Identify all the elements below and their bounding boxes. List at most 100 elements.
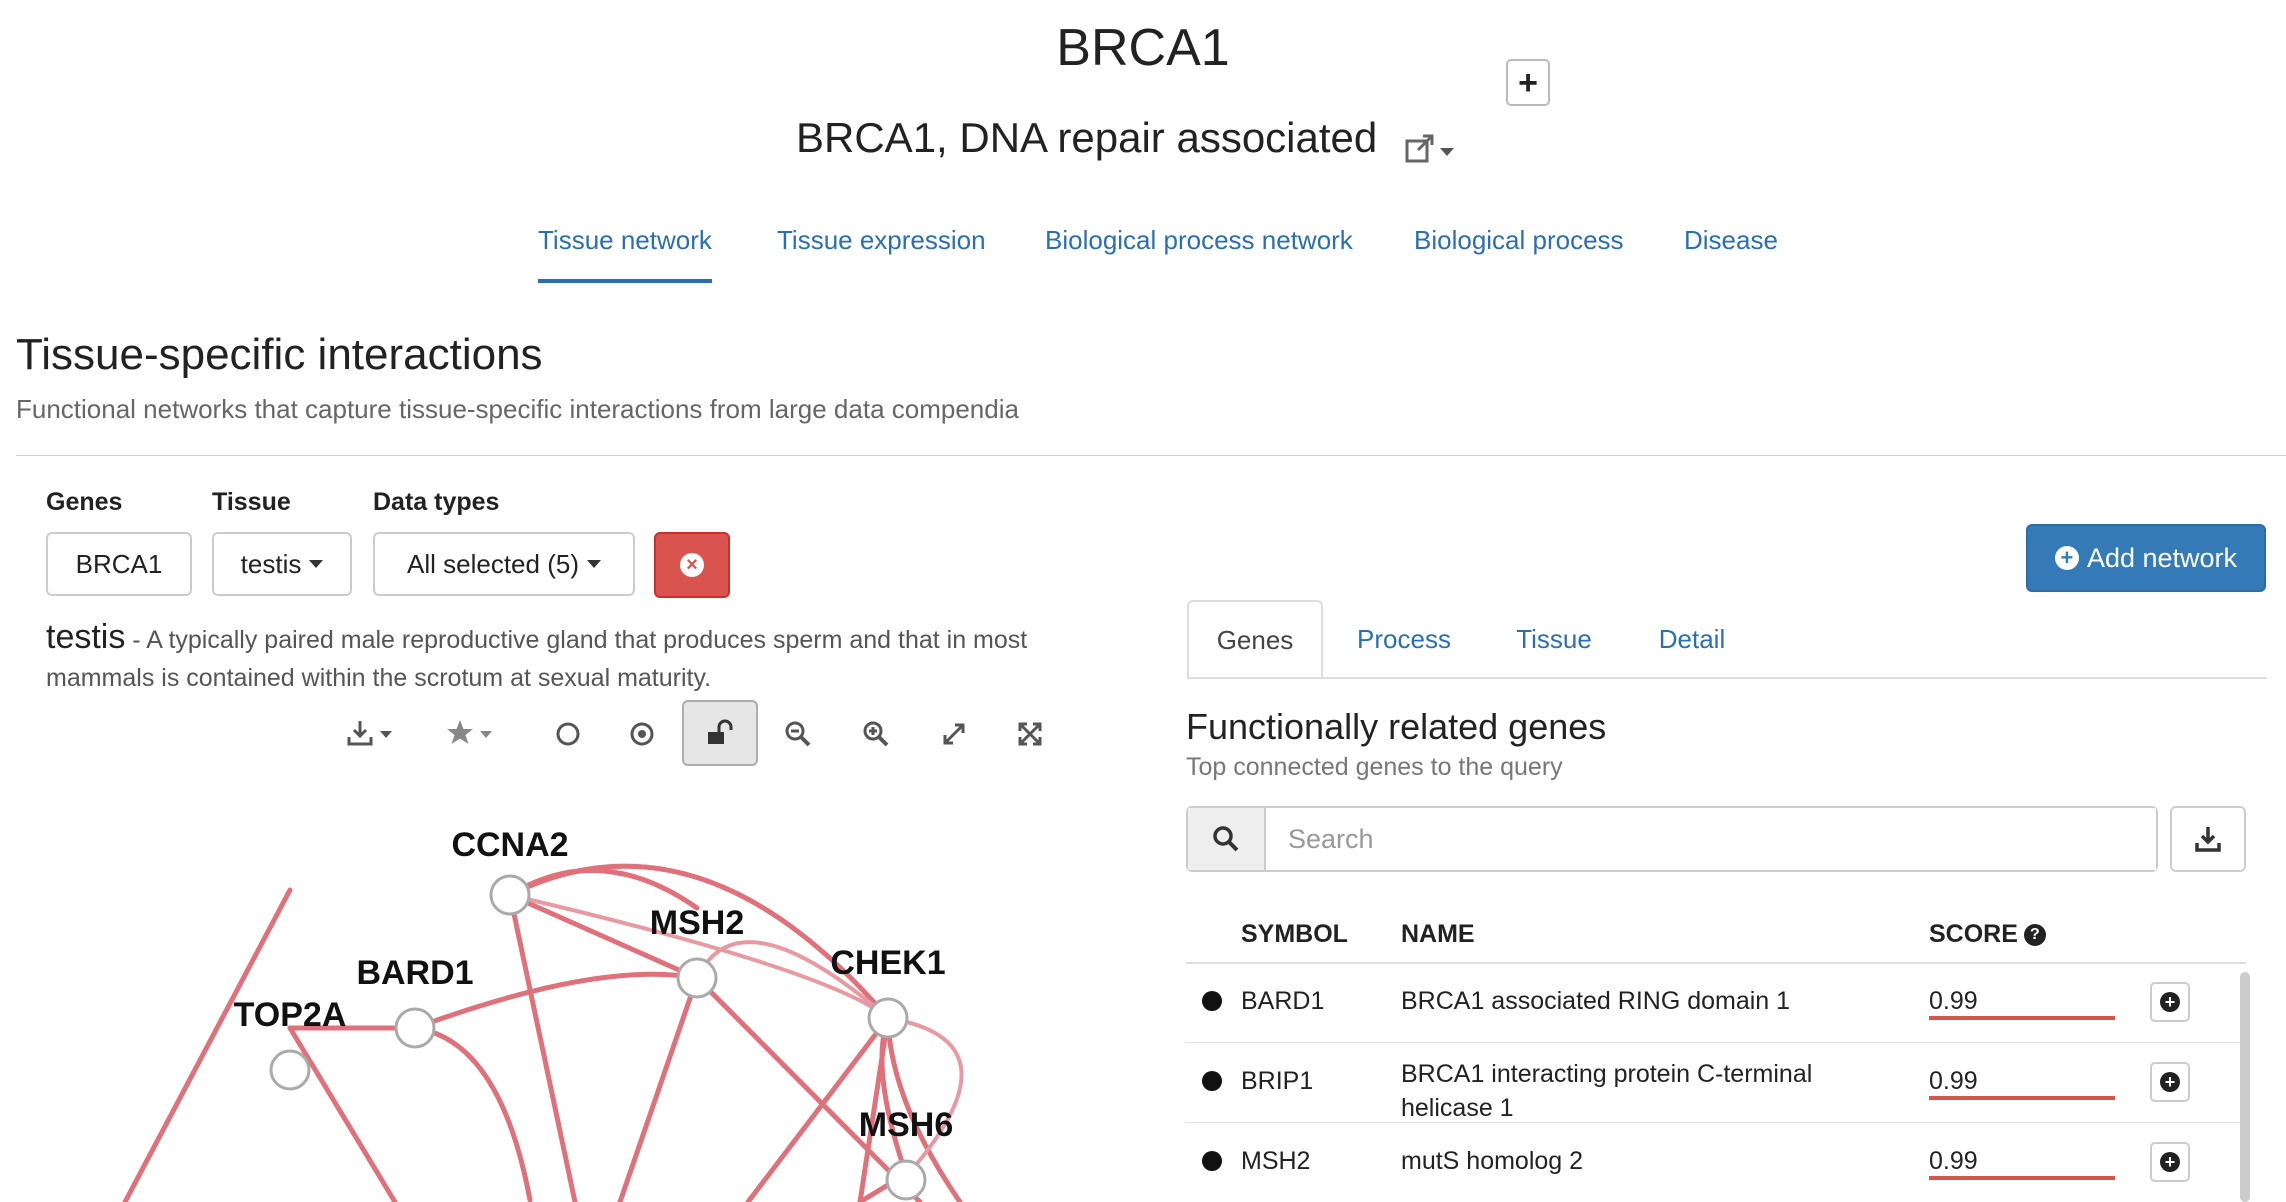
datatypes-select[interactable]: All selected (5) (373, 532, 635, 596)
network-node (867, 997, 909, 1039)
star-icon (447, 720, 492, 744)
active-tab-indicator (538, 279, 712, 283)
plus-circle-icon: + (2160, 1152, 2180, 1172)
section-description: Functional networks that capture tissue-… (16, 394, 1019, 424)
tab-tissue-network[interactable]: Tissue network (538, 225, 712, 256)
external-link-icon (1405, 134, 1454, 163)
download-icon (347, 721, 392, 746)
add-gene-row-button[interactable]: + (2150, 1062, 2190, 1102)
question-circle-icon[interactable]: ? (2023, 924, 2046, 947)
download-genes-button[interactable] (2170, 806, 2246, 872)
search-input[interactable] (1266, 808, 2156, 870)
tab-baseline (1187, 677, 2267, 679)
row-name: BRCA1 associated RING domain 1 (1401, 987, 1791, 1015)
node-label: CHEK1 (830, 944, 945, 982)
add-gene-row-button[interactable]: + (2150, 982, 2190, 1022)
score-header-label: SCORE (1929, 920, 2018, 948)
network-node (394, 1007, 436, 1049)
search-icon (1188, 808, 1266, 870)
network-node (489, 874, 531, 916)
tab-biological-process[interactable]: Biological process (1414, 225, 1624, 256)
genes-label: Genes (46, 488, 123, 516)
plus-icon: + (1518, 63, 1538, 102)
network-node (676, 957, 718, 999)
column-header-score[interactable]: SCORE? (1929, 920, 2046, 949)
circle-layout-button[interactable] (540, 712, 596, 756)
add-gene-button[interactable]: + (1506, 59, 1550, 106)
column-header-symbol[interactable]: SYMBOL (1241, 920, 1348, 949)
score-bar (1929, 1096, 2115, 1100)
row-name: mutS homolog 2 (1401, 1147, 1584, 1175)
network-edge (412, 1025, 533, 1202)
tab-tissue-expression[interactable]: Tissue expression (777, 225, 986, 256)
score-bar (1929, 1016, 2115, 1020)
expand-button[interactable] (926, 712, 982, 756)
zoom-out-button[interactable] (770, 712, 826, 756)
network-graph[interactable]: CCNA2 MSH2 CHEK1 BARD1 TOP2A MSH6 (0, 780, 1130, 1202)
related-genes-subtitle: Top connected genes to the query (1186, 753, 1563, 781)
tab-process[interactable]: Process (1340, 600, 1468, 678)
column-header-name[interactable]: NAME (1401, 920, 1475, 949)
score-bar (1929, 1176, 2115, 1180)
unlock-nodes-button[interactable] (682, 700, 758, 766)
concentric-layout-button[interactable] (614, 712, 670, 756)
tab-biological-process-network[interactable]: Biological process network (1045, 225, 1353, 256)
tissue-name: testis (46, 618, 126, 656)
row-score: 0.99 (1929, 1147, 1978, 1175)
plus-circle-icon: + (2054, 546, 2079, 570)
tab-disease[interactable]: Disease (1684, 225, 1778, 256)
circle-icon (556, 722, 580, 746)
download-icon (2195, 827, 2221, 852)
tissue-definition: - A typically paired male reproductive g… (46, 626, 1028, 692)
tissue-select[interactable]: testis (212, 532, 352, 596)
datatypes-value: All selected (5) (407, 548, 579, 579)
network-node (269, 1049, 311, 1091)
genes-input[interactable]: BRCA1 (46, 532, 192, 596)
tab-genes[interactable]: Genes (1187, 600, 1323, 678)
tab-detail[interactable]: Detail (1628, 600, 1756, 678)
external-link-dropdown[interactable] (1404, 132, 1460, 173)
plus-circle-icon: + (2160, 1072, 2180, 1092)
fit-icon (1018, 722, 1042, 746)
related-genes-title: Functionally related genes (1186, 706, 1607, 747)
row-score: 0.99 (1929, 987, 1978, 1015)
favorite-button[interactable] (446, 712, 502, 756)
node-label: MSH6 (859, 1106, 953, 1144)
row-divider (1186, 1042, 2246, 1043)
divider (16, 455, 2286, 456)
add-gene-row-button[interactable]: + (2150, 1142, 2190, 1182)
zoom-in-icon (863, 721, 889, 747)
network-edge (287, 1025, 398, 1202)
gene-full-name: BRCA1, DNA repair associated (796, 114, 1378, 161)
row-symbol[interactable]: MSH2 (1241, 1144, 1310, 1178)
tissue-value: testis (240, 548, 302, 579)
tissue-description: testis - A typically paired male reprodu… (46, 618, 1126, 697)
zoom-in-button[interactable] (848, 712, 904, 756)
add-network-button[interactable]: + Add network (2026, 524, 2266, 592)
table-header-divider (1186, 962, 2246, 964)
gene-dot-icon (1202, 1071, 1222, 1091)
expand-icon (943, 723, 965, 745)
unlock-icon (708, 719, 733, 744)
network-edge (122, 887, 293, 1202)
tab-tissue[interactable]: Tissue (1490, 600, 1618, 678)
row-symbol[interactable]: BRIP1 (1241, 1064, 1313, 1098)
fit-to-screen-button[interactable] (1002, 712, 1058, 756)
row-name: BRCA1 interacting protein C-terminal hel… (1401, 1060, 1813, 1122)
zoom-out-icon (785, 721, 811, 747)
genes-value: BRCA1 (75, 548, 163, 579)
caret-down-icon (586, 560, 601, 568)
tissue-label: Tissue (212, 488, 291, 516)
node-label: BARD1 (356, 954, 473, 992)
clear-filters-button[interactable]: × (654, 532, 730, 598)
gene-title: BRCA1 (1056, 19, 1230, 77)
table-scrollbar[interactable] (2240, 972, 2250, 1202)
datatypes-label: Data types (373, 488, 500, 516)
gene-dot-icon (1202, 1151, 1222, 1171)
node-label: MSH2 (650, 904, 744, 942)
section-title: Tissue-specific interactions (16, 330, 543, 379)
row-score: 0.99 (1929, 1067, 1978, 1095)
target-icon (630, 722, 654, 746)
row-symbol[interactable]: BARD1 (1241, 984, 1324, 1018)
download-network-button[interactable] (346, 712, 402, 756)
